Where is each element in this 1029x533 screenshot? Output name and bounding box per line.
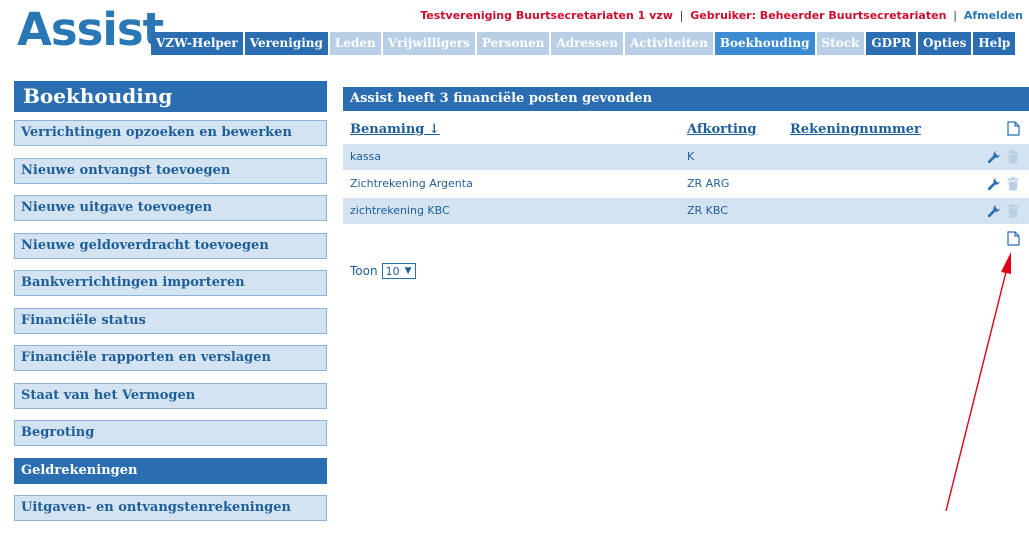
page-size-select[interactable]: 10 ▼ [381, 263, 416, 279]
cell-afkorting: ZR ARG [687, 177, 730, 190]
nav-boekhouding[interactable]: Boekhouding [714, 32, 815, 55]
sidebar-item-begroting[interactable]: Begroting [14, 420, 327, 446]
user-name: Gebruiker: Beheerder Buurtsecretariaten [690, 9, 947, 22]
sidebar-item-financiele-status[interactable]: Financiële status [14, 307, 327, 334]
app-logo: Assist [17, 3, 164, 56]
sidebar-item-bank-import[interactable]: Bankverrichtingen importeren [14, 270, 327, 296]
logout-link[interactable]: Afmelden [964, 9, 1023, 22]
cell-benaming: Zichtrekening Argenta [350, 177, 473, 190]
page-size-control: Toon 10 ▼ [350, 263, 416, 279]
sidebar-title: Boekhouding [14, 81, 327, 112]
nav-leden: Leden [329, 32, 381, 55]
nav-vereniging[interactable]: Vereniging [244, 32, 328, 55]
column-header-rekeningnummer[interactable]: Rekeningnummer [790, 122, 921, 137]
trash-icon[interactable] [1007, 177, 1019, 191]
wrench-icon[interactable] [987, 150, 1001, 164]
user-bar: Testvereniging Buurtsecretariaten 1 vzw … [420, 9, 1023, 22]
cell-afkorting: K [687, 150, 695, 163]
main-nav: VZW-Helper Vereniging Leden Vrijwilliger… [151, 32, 1017, 55]
page-size-label: Toon [350, 264, 378, 278]
table-row[interactable]: zichtrekening KBC ZR KBC [343, 198, 1029, 224]
sidebar-item-geldrekeningen[interactable]: Geldrekeningen [14, 457, 327, 484]
table-row[interactable]: kassa K [343, 144, 1029, 170]
sidebar-item-verrichtingen[interactable]: Verrichtingen opzoeken en bewerken [14, 120, 327, 146]
nav-help[interactable]: Help [973, 32, 1016, 55]
wrench-icon[interactable] [987, 204, 1001, 218]
new-document-icon[interactable] [1007, 231, 1020, 246]
wrench-icon[interactable] [987, 177, 1001, 191]
chevron-down-icon: ▼ [404, 266, 412, 276]
nav-activiteiten: Activiteiten [624, 32, 713, 55]
cell-afkorting: ZR KBC [687, 204, 728, 217]
cell-benaming: kassa [350, 150, 382, 163]
column-header-afkorting[interactable]: Afkorting [687, 122, 756, 137]
sidebar-menu: Verrichtingen opzoeken en bewerken Nieuw… [14, 120, 327, 533]
column-header-benaming[interactable]: Benaming ↓ [350, 122, 440, 137]
table-row[interactable]: Zichtrekening Argenta ZR ARG [343, 171, 1029, 197]
sidebar-item-vermogen[interactable]: Staat van het Vermogen [14, 382, 327, 409]
separator: | [679, 9, 684, 22]
nav-vrijwilligers: Vrijwilligers [382, 32, 475, 55]
sidebar-item-rapporten[interactable]: Financiële rapporten en verslagen [14, 345, 327, 371]
page-size-value: 10 [385, 264, 400, 278]
nav-personen: Personen [476, 32, 550, 55]
sidebar-item-nieuwe-uitgave[interactable]: Nieuwe uitgave toevoegen [14, 195, 327, 221]
trash-icon[interactable] [1007, 150, 1019, 164]
trash-icon[interactable] [1007, 204, 1019, 218]
results-heading: Assist heeft 3 financiële posten gevonde… [343, 87, 1029, 111]
nav-vzw-helper[interactable]: VZW-Helper [151, 32, 243, 55]
sidebar-item-nieuwe-ontvangst[interactable]: Nieuwe ontvangst toevoegen [14, 157, 327, 184]
organisation-name: Testvereniging Buurtsecretariaten 1 vzw [420, 9, 673, 22]
nav-adressen: Adressen [551, 32, 623, 55]
sidebar-item-uitgaven-ontvangsten[interactable]: Uitgaven- en ontvangstenrekeningen [14, 495, 327, 521]
separator: | [953, 9, 957, 22]
sidebar-item-geldoverdracht[interactable]: Nieuwe geldoverdracht toevoegen [14, 232, 327, 259]
new-document-icon[interactable] [1007, 121, 1020, 136]
nav-stock: Stock [816, 32, 865, 55]
nav-gdpr[interactable]: GDPR [866, 32, 916, 55]
nav-opties[interactable]: Opties [918, 32, 972, 55]
cell-benaming: zichtrekening KBC [350, 204, 450, 217]
